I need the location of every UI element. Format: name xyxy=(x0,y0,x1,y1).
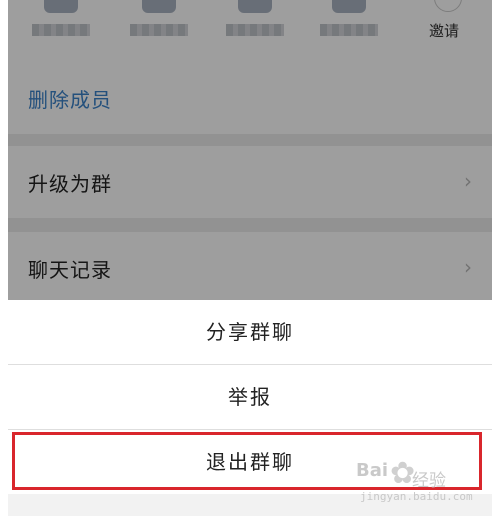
report-button[interactable]: 举报 xyxy=(8,365,492,429)
watermark-product: 经验 xyxy=(412,471,446,491)
share-group-button[interactable]: 分享群聊 xyxy=(8,300,492,364)
baidu-jingyan-watermark: Bai ✿ 经验 jingyan.baidu.com xyxy=(356,456,486,508)
watermark-url: jingyan.baidu.com xyxy=(360,490,473,503)
watermark-brand: Bai xyxy=(356,460,389,481)
screen: 邀请 删除成员 升级为群 › 聊天记录 › 分享群聊 举报 退出群聊 Bai ✿… xyxy=(0,0,500,516)
modal-dim-overlay[interactable] xyxy=(8,0,492,300)
